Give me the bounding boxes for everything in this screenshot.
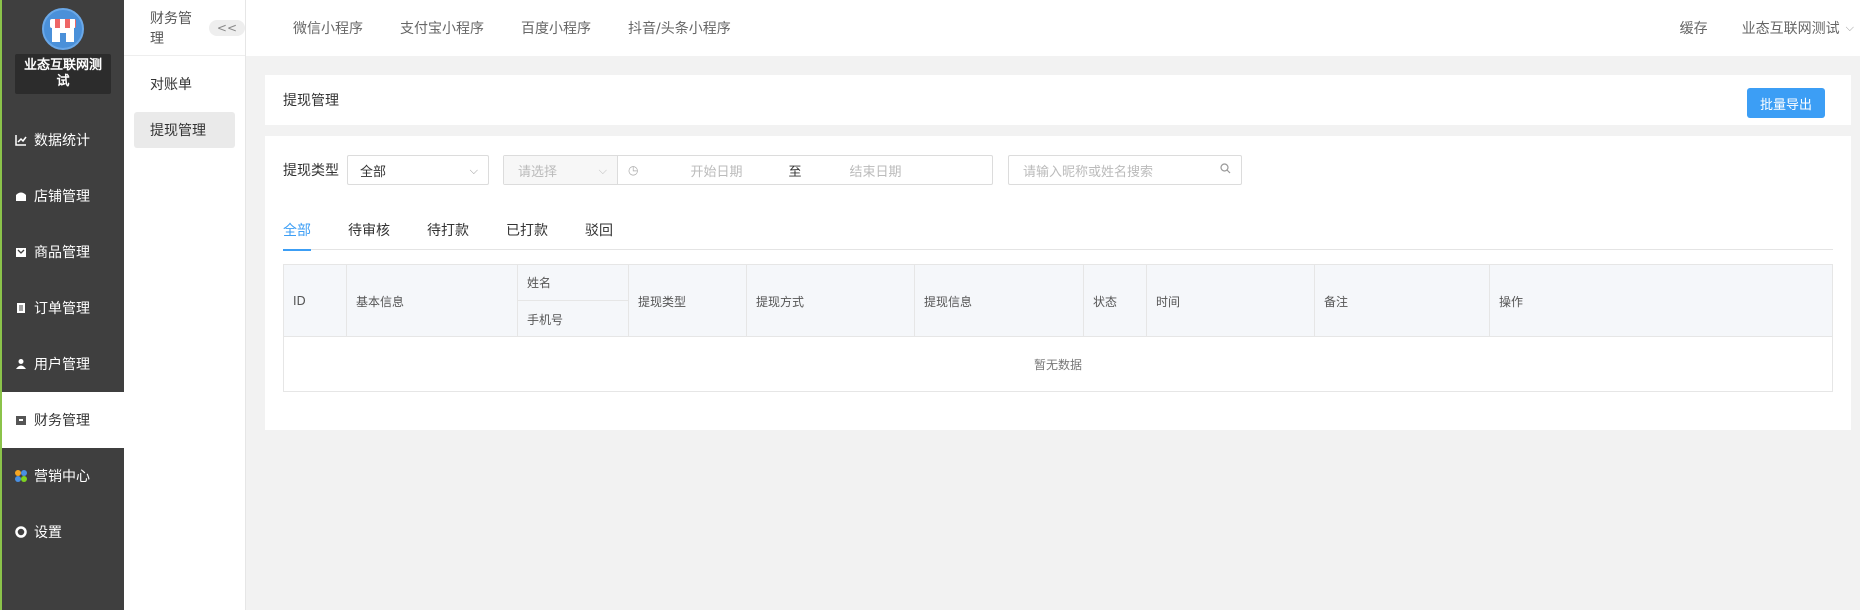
chevron-down-icon: ⌵ xyxy=(598,164,607,177)
flower-icon xyxy=(14,469,28,483)
content-panel: 提现类型 全部 ⌵ 请选择 ⌵ ◷ 开始日期 至 结束日期 请输入昵称或姓名搜索… xyxy=(265,136,1851,430)
store-icon xyxy=(14,189,28,203)
subnav-title: 财务管理 xyxy=(150,10,192,47)
subnav-header: 财务管理 << xyxy=(124,0,245,56)
chevron-down-icon: ⌵ xyxy=(469,164,478,177)
collapse-button[interactable]: << xyxy=(208,19,245,36)
search-placeholder: 请输入昵称或姓名搜索 xyxy=(1023,164,1154,180)
sidebar-item-label: 用户管理 xyxy=(34,357,90,373)
store-name: 业态互联网测试 xyxy=(15,54,111,94)
column-header-info: 提现信息 xyxy=(915,265,1084,337)
sidebar-item-finance[interactable]: 财务管理 xyxy=(2,392,124,448)
column-header-id: ID xyxy=(284,265,347,337)
subnav-item-statement[interactable]: 对账单 xyxy=(134,66,235,102)
start-date-input[interactable]: 开始日期 xyxy=(690,161,742,180)
top-tab-alipay[interactable]: 支付宝小程序 xyxy=(400,18,484,38)
sidebar-item-label: 订单管理 xyxy=(34,301,90,317)
chart-icon xyxy=(14,133,28,147)
page-title: 提现管理 xyxy=(283,93,339,109)
clock-icon: ◷ xyxy=(628,163,639,177)
column-header-time: 时间 xyxy=(1147,265,1315,337)
sidebar-item-label: 设置 xyxy=(34,525,62,541)
table-header: ID 基本信息 姓名 手机号 提现类型 提现方式 提现信息 状态 时间 备注 操… xyxy=(284,265,1832,337)
gear-icon xyxy=(14,525,28,539)
sub-sidebar: 财务管理 << 对账单 提现管理 xyxy=(124,0,246,610)
column-header-remark: 备注 xyxy=(1315,265,1490,337)
end-date-input[interactable]: 结束日期 xyxy=(850,161,902,180)
column-header-name-phone: 姓名 手机号 xyxy=(518,265,629,337)
cache-button[interactable]: 缓存 xyxy=(1680,18,1708,38)
tab-rejected[interactable]: 驳回 xyxy=(585,220,613,250)
sidebar-item-users[interactable]: 用户管理 xyxy=(2,336,124,392)
tab-pending-payment[interactable]: 待打款 xyxy=(427,220,469,250)
store-logo-icon xyxy=(42,8,84,50)
main-sidebar: 业态互联网测试 数据统计 店铺管理 商品管理 订单管理 用户管理 财务管理 营销… xyxy=(0,0,124,610)
filter-bar: 提现类型 全部 ⌵ 请选择 ⌵ ◷ 开始日期 至 结束日期 请输入昵称或姓名搜索 xyxy=(283,155,1242,185)
withdrawal-type-label: 提现类型 xyxy=(283,163,339,179)
column-header-basic-info: 基本信息 xyxy=(347,265,518,337)
top-right-actions: 缓存 业态互联网测试 ⌵ xyxy=(1680,0,1854,56)
column-header-type: 提现类型 xyxy=(629,265,747,337)
sidebar-item-products[interactable]: 商品管理 xyxy=(2,224,124,280)
column-header-name: 姓名 xyxy=(518,265,628,301)
column-header-method: 提现方式 xyxy=(747,265,915,337)
sidebar-item-stats[interactable]: 数据统计 xyxy=(2,112,124,168)
top-tab-douyin[interactable]: 抖音/头条小程序 xyxy=(628,18,731,38)
sidebar-item-label: 营销中心 xyxy=(34,469,90,485)
top-tab-wechat[interactable]: 微信小程序 xyxy=(293,18,363,38)
column-header-phone: 手机号 xyxy=(527,312,564,327)
sidebar-item-settings[interactable]: 设置 xyxy=(2,504,124,560)
column-header-action: 操作 xyxy=(1499,294,1524,309)
date-range-picker[interactable]: ◷ 开始日期 至 结束日期 xyxy=(618,156,992,184)
tab-all[interactable]: 全部 xyxy=(283,220,311,251)
tab-paid[interactable]: 已打款 xyxy=(506,220,548,250)
sidebar-item-orders[interactable]: 订单管理 xyxy=(2,280,124,336)
sidebar-item-store[interactable]: 店铺管理 xyxy=(2,168,124,224)
date-type-placeholder: 请选择 xyxy=(518,164,558,180)
sidebar-item-label: 商品管理 xyxy=(34,245,90,261)
subnav-item-withdrawal[interactable]: 提现管理 xyxy=(134,112,235,148)
status-tabs: 全部 待审核 待打款 已打款 驳回 xyxy=(283,220,1833,251)
batch-export-button[interactable]: 批量导出 xyxy=(1747,88,1825,118)
withdrawal-type-value: 全部 xyxy=(360,164,387,180)
column-header-status: 状态 xyxy=(1084,265,1147,337)
page-header: 提现管理 批量导出 xyxy=(265,75,1851,125)
sidebar-item-marketing[interactable]: 营销中心 xyxy=(2,448,124,504)
box-icon xyxy=(14,245,28,259)
top-bar: 微信小程序 支付宝小程序 百度小程序 抖音/头条小程序 缓存 业态互联网测试 ⌵ xyxy=(246,0,1860,56)
user-icon xyxy=(14,357,28,371)
withdrawal-type-select[interactable]: 全部 ⌵ xyxy=(347,155,489,185)
sidebar-item-label: 店铺管理 xyxy=(34,189,90,205)
range-separator: 至 xyxy=(788,164,802,180)
clipboard-icon xyxy=(14,301,28,315)
date-type-select[interactable]: 请选择 ⌵ xyxy=(504,156,618,184)
chevron-down-icon[interactable]: ⌵ xyxy=(1846,21,1854,35)
tab-pending-review[interactable]: 待审核 xyxy=(348,220,390,250)
withdrawal-table: ID 基本信息 姓名 手机号 提现类型 提现方式 提现信息 状态 时间 备注 操… xyxy=(283,264,1833,392)
wallet-icon xyxy=(14,413,28,427)
top-tab-baidu[interactable]: 百度小程序 xyxy=(521,18,591,38)
empty-state: 暂无数据 xyxy=(1033,358,1082,372)
main-menu: 数据统计 店铺管理 商品管理 订单管理 用户管理 财务管理 营销中心 设置 xyxy=(2,112,124,560)
store-brand: 业态互联网测试 xyxy=(2,0,124,110)
sidebar-item-label: 财务管理 xyxy=(34,413,90,429)
user-menu[interactable]: 业态互联网测试 xyxy=(1742,18,1840,38)
sidebar-item-label: 数据统计 xyxy=(34,133,90,149)
search-icon[interactable] xyxy=(1220,163,1231,177)
search-input[interactable]: 请输入昵称或姓名搜索 xyxy=(1008,155,1242,185)
date-filter-group: 请选择 ⌵ ◷ 开始日期 至 结束日期 xyxy=(503,155,993,185)
